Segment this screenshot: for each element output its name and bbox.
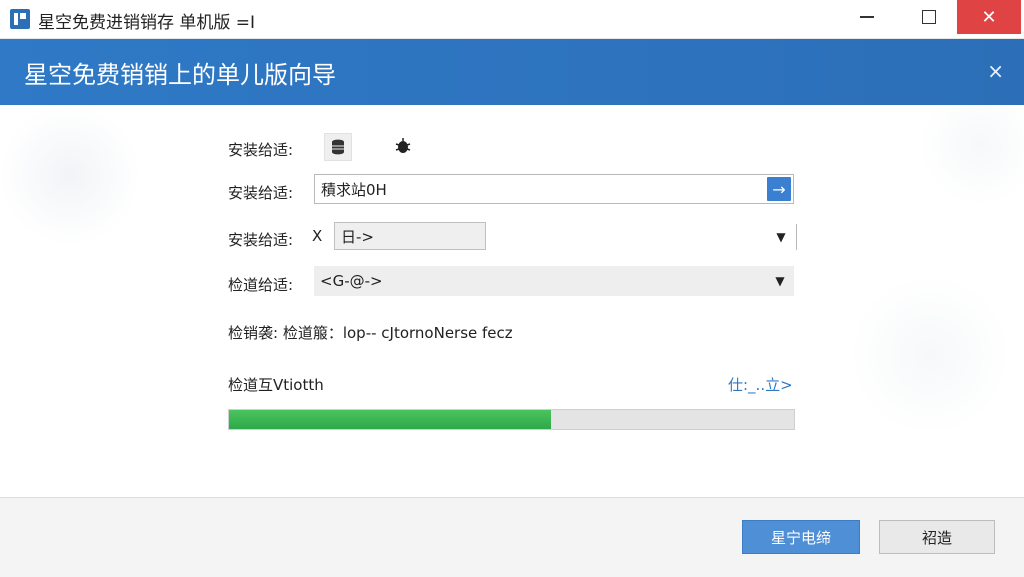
row3-select-value: 日-> <box>341 227 374 246</box>
row3-x-text: X <box>312 227 323 245</box>
database-icon[interactable] <box>324 133 352 161</box>
row3-label: 安装给适: <box>228 231 294 249</box>
minimize-icon <box>860 16 874 18</box>
details-link[interactable]: 仕:_..立> <box>728 374 793 395</box>
chevron-down-icon[interactable]: ▼ <box>766 224 797 250</box>
app-logo-icon <box>10 9 30 29</box>
progress-fill <box>229 410 552 429</box>
window-titlebar: 星空免费进销销存 单机版 =I ✕ <box>0 0 1024 39</box>
progress-bar <box>228 409 795 430</box>
close-icon: ✕ <box>981 6 997 28</box>
wizard-header: 星空免费销销上的单儿版向导 × <box>0 39 1024 105</box>
secondary-button[interactable]: 袑造 <box>879 520 995 554</box>
wizard-content <box>0 105 1024 497</box>
window-close-button[interactable]: ✕ <box>957 0 1021 34</box>
row4-select-value: <G-@-> <box>320 272 383 290</box>
row3-select[interactable]: 日-> <box>334 222 486 250</box>
window-title: 星空免费进销销存 单机版 =I <box>38 13 256 33</box>
row4-label: 检道给适: <box>228 276 294 294</box>
bug-icon[interactable] <box>390 133 416 159</box>
wizard-footer: 星宁电缔 袑造 <box>0 497 1024 577</box>
status-info-text: 检销袭: 检道箙：lop-- cJtornoNerse fecz <box>228 324 513 342</box>
server-input-value: 積求站0H <box>321 180 387 199</box>
server-input[interactable]: 積求站0H <box>314 174 794 204</box>
row2-label: 安装给适: <box>228 184 294 202</box>
row4-select[interactable]: <G-@-> <box>314 266 794 296</box>
maximize-icon <box>922 10 936 24</box>
go-arrow-button[interactable]: → <box>767 177 791 201</box>
row1-label: 安装给适: <box>228 141 294 159</box>
maximize-button[interactable] <box>906 0 952 34</box>
wizard-title: 星空免费销销上的单儿版向导 <box>24 61 336 89</box>
progress-label: 检道互Vtiotth <box>228 376 324 394</box>
chevron-down-icon[interactable]: ▼ <box>768 268 792 294</box>
minimize-button[interactable] <box>844 0 890 34</box>
header-close-button[interactable]: × <box>987 59 1004 83</box>
primary-button[interactable]: 星宁电缔 <box>742 520 860 554</box>
